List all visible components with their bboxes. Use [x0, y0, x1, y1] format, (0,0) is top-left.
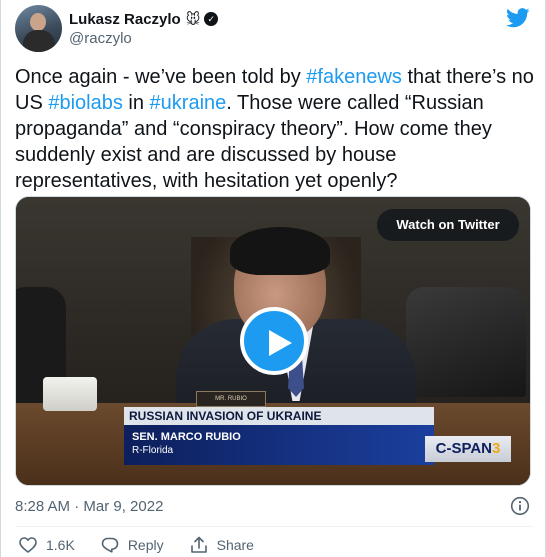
author-display-name[interactable]: Lukasz Raczylo: [69, 11, 181, 28]
share-label: Share: [216, 537, 254, 553]
mouse-emoji: 🐭: [185, 11, 201, 27]
chyron-name-block: SEN. MARCO RUBIO R-Florida: [124, 425, 434, 465]
video-chyron: RUSSIAN INVASION OF UKRAINE SEN. MARCO R…: [124, 407, 434, 465]
chyron-headline: RUSSIAN INVASION OF UKRAINE: [124, 407, 434, 425]
twitter-bird-icon[interactable]: [506, 8, 530, 28]
reply-button[interactable]: Reply: [101, 537, 164, 553]
hashtag-biolabs[interactable]: #biolabs: [48, 92, 123, 114]
avatar[interactable]: [15, 5, 62, 52]
reply-label: Reply: [127, 537, 164, 553]
tweet-text-part: Once again - we’ve been told by: [15, 66, 307, 88]
author-handle[interactable]: @raczylo: [69, 30, 132, 47]
share-icon: [190, 536, 207, 553]
tweet-timestamp[interactable]: 8:28 AM · Mar 9, 2022: [15, 498, 163, 515]
chyron-party: R-Florida: [132, 445, 174, 456]
cspan-logo-text: C-SPAN: [435, 440, 493, 457]
video-cup: [43, 377, 97, 411]
video-chair: [406, 287, 526, 397]
avatar-head: [30, 13, 46, 31]
tweet-text: Once again - we’ve been told by #fakenew…: [15, 64, 535, 194]
avatar-body: [23, 30, 55, 52]
like-count: 1.6K: [46, 537, 75, 553]
author-name-row[interactable]: Lukasz Raczylo 🐭 ✓: [69, 9, 219, 29]
reply-icon: [101, 537, 119, 553]
footer-divider: [15, 526, 533, 527]
play-button[interactable]: [240, 307, 308, 375]
hashtag-fakenews[interactable]: #fakenews: [306, 66, 402, 88]
chyron-name: SEN. MARCO RUBIO: [132, 431, 241, 443]
share-button[interactable]: Share: [190, 536, 254, 554]
cspan-logo: C-SPAN3: [425, 436, 511, 462]
tweet-card[interactable]: Lukasz Raczylo 🐭 ✓ @raczylo Once again -…: [0, 0, 546, 557]
like-button[interactable]: 1.6K: [19, 537, 75, 553]
cspan-logo-number: 3: [492, 440, 501, 457]
tweet-text-part: in: [122, 92, 150, 114]
hashtag-ukraine[interactable]: #ukraine: [150, 92, 227, 114]
verified-icon: ✓: [204, 12, 219, 26]
action-bar: 1.6K Reply Share: [19, 536, 280, 554]
info-icon[interactable]: [510, 496, 530, 516]
video-nameplate: MR. RUBIO: [196, 391, 266, 407]
play-icon: [269, 330, 292, 356]
heart-icon: [19, 537, 37, 553]
watch-on-twitter-button[interactable]: Watch on Twitter: [377, 209, 519, 241]
video-player[interactable]: MR. RUBIO Watch on Twitter RUSSIAN INVAS…: [15, 196, 531, 486]
video-senator-hair: [230, 227, 330, 275]
